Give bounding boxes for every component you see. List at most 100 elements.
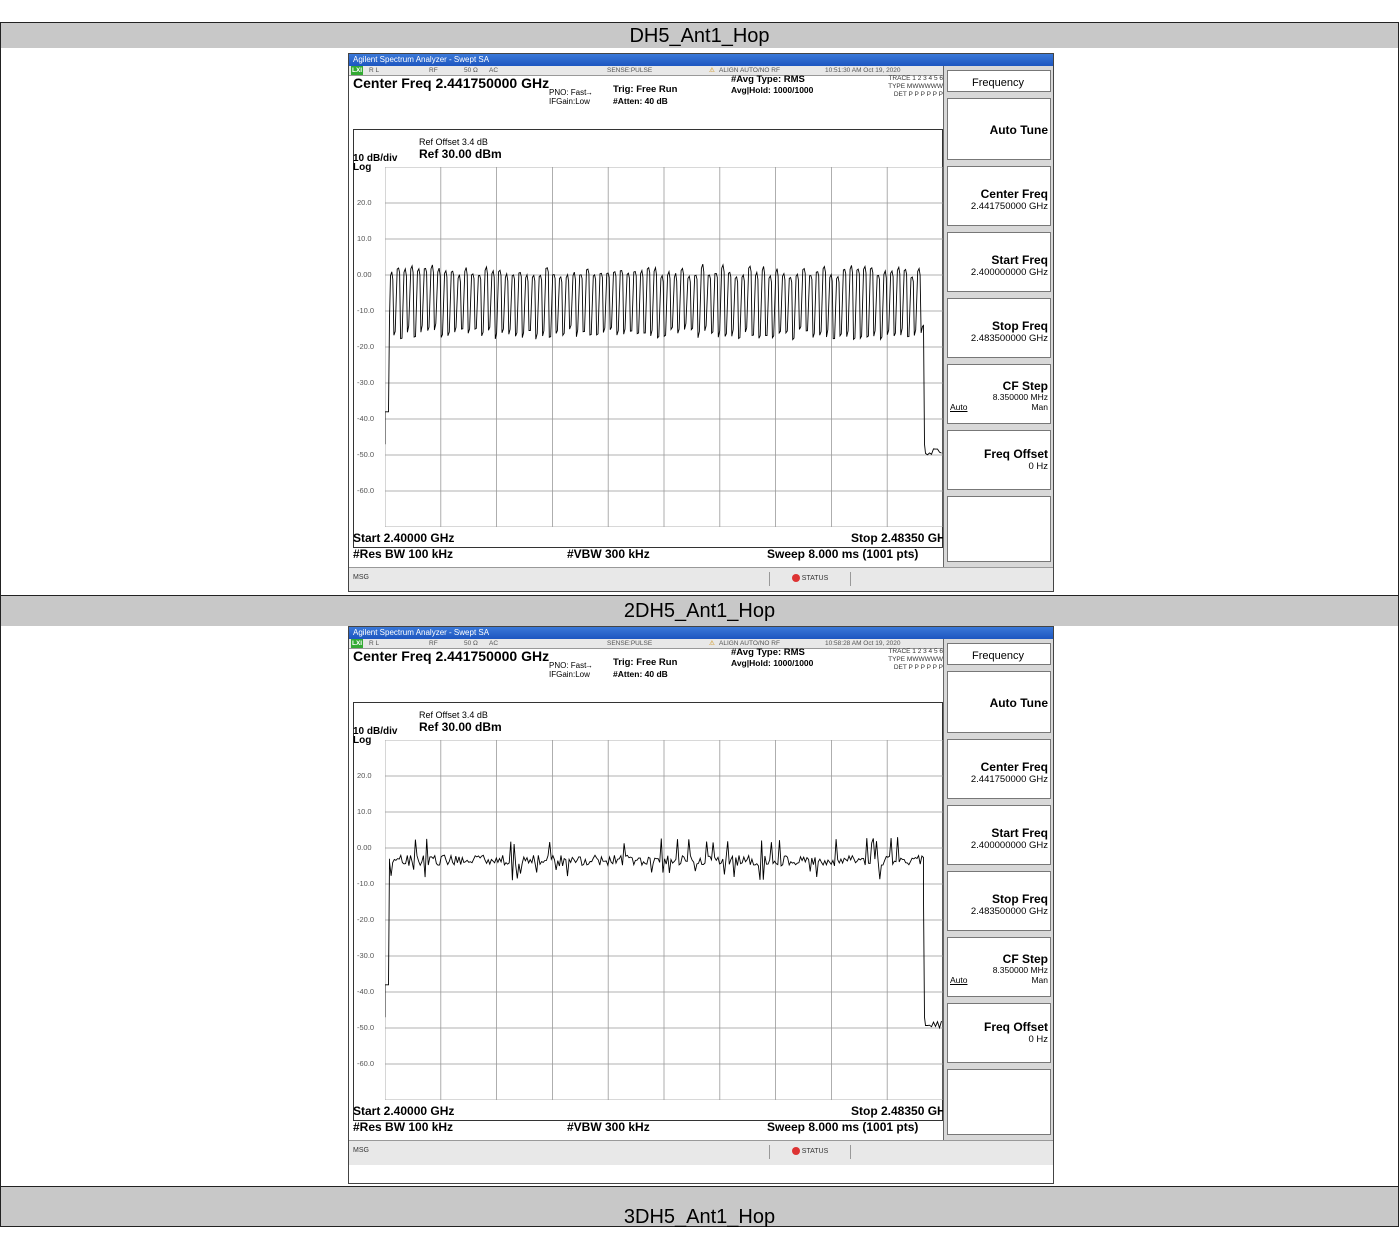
spectrum-analyzer-screenshot: Agilent Spectrum Analyzer - Swept SA LXI…: [348, 626, 1054, 1184]
sweep-label: Sweep 8.000 ms (1001 pts): [767, 547, 919, 561]
start-freq-softkey-label: Start Freq: [991, 826, 1048, 840]
center-freq-value: 2.441750000 GHz: [970, 774, 1048, 785]
spectrum-trace: [385, 263, 942, 456]
y-tick-label: 10.0: [357, 234, 372, 243]
vbw-label: #VBW 300 kHz: [567, 547, 650, 561]
y-tick-label: 20.0: [357, 771, 372, 780]
rbw-label: #Res BW 100 kHz: [353, 547, 454, 561]
trace-info: TRACE 1 2 3 4 5 6 TYPE MWWWWW DET P P P …: [835, 648, 943, 672]
rl-label: R L: [369, 67, 380, 74]
start-freq-softkey-label: Start Freq: [991, 253, 1048, 267]
avg-type-label: #Avg Type: RMS: [731, 74, 805, 85]
rl-indicator: LXI: [351, 66, 364, 75]
section-header: 2DH5_Ant1_Hop: [0, 595, 1399, 627]
message-bar: MSG STATUS: [349, 567, 1053, 591]
man-option[interactable]: Man: [1031, 975, 1048, 985]
softkey-header-label: Frequency: [972, 650, 1024, 662]
sense-label: SENSE:PULSE: [607, 640, 653, 647]
section-header: 3DH5_Ant1_Hop: [0, 1186, 1399, 1228]
start-freq-label: Start 2.40000 GHz: [353, 531, 455, 545]
status-button[interactable]: STATUS: [769, 572, 851, 586]
det-line: DET P P P P P P: [893, 91, 943, 98]
vbw-label: #VBW 300 kHz: [567, 1120, 650, 1134]
y-tick-label: -10.0: [357, 879, 375, 888]
window-title: Agilent Spectrum Analyzer - Swept SA: [349, 54, 1053, 66]
section-row: Agilent Spectrum Analyzer - Swept SA LXI…: [0, 626, 1399, 1187]
y-tick-label: -60.0: [357, 486, 375, 495]
spectrum-plot: [385, 740, 943, 1100]
datetime-label: 10:58:28 AM Oct 19, 2020: [825, 640, 901, 647]
spectrum-plot: [385, 167, 943, 527]
auto-option[interactable]: Auto: [950, 975, 968, 985]
status-text: STATUS: [801, 1148, 829, 1155]
y-tick-label: -40.0: [357, 987, 375, 996]
det-line: DET P P P P P P: [893, 664, 943, 671]
auto-option[interactable]: Auto: [950, 402, 968, 412]
warning-icon: ⚠: [709, 67, 715, 74]
y-tick-label: -20.0: [357, 342, 375, 351]
impedance-label: 50 Ω: [464, 640, 478, 647]
freq-offset-value: 0 Hz: [1028, 1034, 1048, 1045]
type-line: TYPE MWWWWW: [888, 656, 943, 663]
arrow-icon: →: [585, 661, 593, 670]
rf-label: RF: [429, 67, 438, 74]
start-freq-button[interactable]: Start Freq 2.400000000 GHz: [947, 232, 1051, 292]
center-freq-button[interactable]: Center Freq 2.441750000 GHz: [947, 739, 1051, 799]
ref-offset-label: Ref Offset 3.4 dB: [419, 137, 488, 147]
cf-step-label: CF Step: [1002, 952, 1048, 966]
freq-offset-button[interactable]: Freq Offset 0 Hz: [947, 1003, 1051, 1063]
status-icon: [791, 1147, 800, 1156]
stop-freq-button[interactable]: Stop Freq 2.483500000 GHz: [947, 298, 1051, 358]
y-tick-label: -50.0: [357, 1023, 375, 1032]
stop-freq-softkey-label: Stop Freq: [992, 892, 1048, 906]
log-label: Log: [353, 162, 372, 173]
cf-step-button[interactable]: CF Step 8.350000 MHz Auto Man: [947, 937, 1051, 997]
center-freq-softkey-label: Center Freq: [980, 760, 1048, 774]
start-freq-value: 2.400000000 GHz: [970, 267, 1048, 278]
stop-freq-label: Stop 2.48350 GHz: [851, 531, 952, 545]
section-row: Agilent Spectrum Analyzer - Swept SA LXI…: [0, 48, 1399, 596]
stop-freq-value: 2.483500000 GHz: [970, 906, 1048, 917]
trig-label: Trig: Free Run: [613, 657, 678, 668]
status-button[interactable]: STATUS: [769, 1145, 851, 1159]
type-line: TYPE MWWWWW: [888, 83, 943, 90]
datetime-label: 10:51:30 AM Oct 19, 2020: [825, 67, 901, 74]
avg-hold-label: Avg|Hold: 1000/1000: [731, 658, 814, 668]
avg-type-label: #Avg Type: RMS: [731, 647, 805, 658]
trace-line: TRACE 1 2 3 4 5 6: [888, 648, 943, 655]
coupling-label: AC: [489, 67, 499, 74]
status-icon: [791, 574, 800, 583]
spectrum-analyzer-screenshot: Agilent Spectrum Analyzer - Swept SA LXI…: [348, 53, 1054, 592]
y-tick-label: -40.0: [357, 414, 375, 423]
center-freq-readout: Center Freq 2.441750000 GHz: [353, 75, 550, 91]
y-tick-label: 0.00: [357, 843, 372, 852]
man-option[interactable]: Man: [1031, 402, 1048, 412]
y-tick-label: -10.0: [357, 306, 375, 315]
msg-label: MSG: [353, 1147, 369, 1154]
y-tick-label: 20.0: [357, 198, 372, 207]
stop-freq-value: 2.483500000 GHz: [970, 333, 1048, 344]
stop-freq-button[interactable]: Stop Freq 2.483500000 GHz: [947, 871, 1051, 931]
rbw-label: #Res BW 100 kHz: [353, 1120, 454, 1134]
rl-indicator: LXI: [351, 639, 364, 648]
pno-label: PNO: Fast: [549, 88, 587, 97]
cf-step-button[interactable]: CF Step 8.350000 MHz Auto Man: [947, 364, 1051, 424]
start-freq-button[interactable]: Start Freq 2.400000000 GHz: [947, 805, 1051, 865]
ifgain-label: IFGain:Low: [549, 670, 590, 679]
start-freq-label: Start 2.40000 GHz: [353, 1104, 455, 1118]
stop-freq-softkey-label: Stop Freq: [992, 319, 1048, 333]
softkey-frequency-header: Frequency: [947, 70, 1051, 92]
log-label: Log: [353, 735, 372, 746]
softkey-panel: Frequency Auto Tune Center Freq 2.4417500…: [943, 66, 1053, 567]
ref-offset-label: Ref Offset 3.4 dB: [419, 710, 488, 720]
blank-softkey[interactable]: [947, 496, 1051, 562]
blank-softkey[interactable]: [947, 1069, 1051, 1135]
auto-tune-button[interactable]: Auto Tune: [947, 671, 1051, 733]
freq-offset-button[interactable]: Freq Offset 0 Hz: [947, 430, 1051, 490]
auto-tune-button[interactable]: Auto Tune: [947, 98, 1051, 160]
section-header: DH5_Ant1_Hop: [0, 22, 1399, 50]
center-freq-button[interactable]: Center Freq 2.441750000 GHz: [947, 166, 1051, 226]
softkey-frequency-header: Frequency: [947, 643, 1051, 665]
center-freq-value: 2.441750000 GHz: [970, 201, 1048, 212]
avg-hold-label: Avg|Hold: 1000/1000: [731, 85, 814, 95]
